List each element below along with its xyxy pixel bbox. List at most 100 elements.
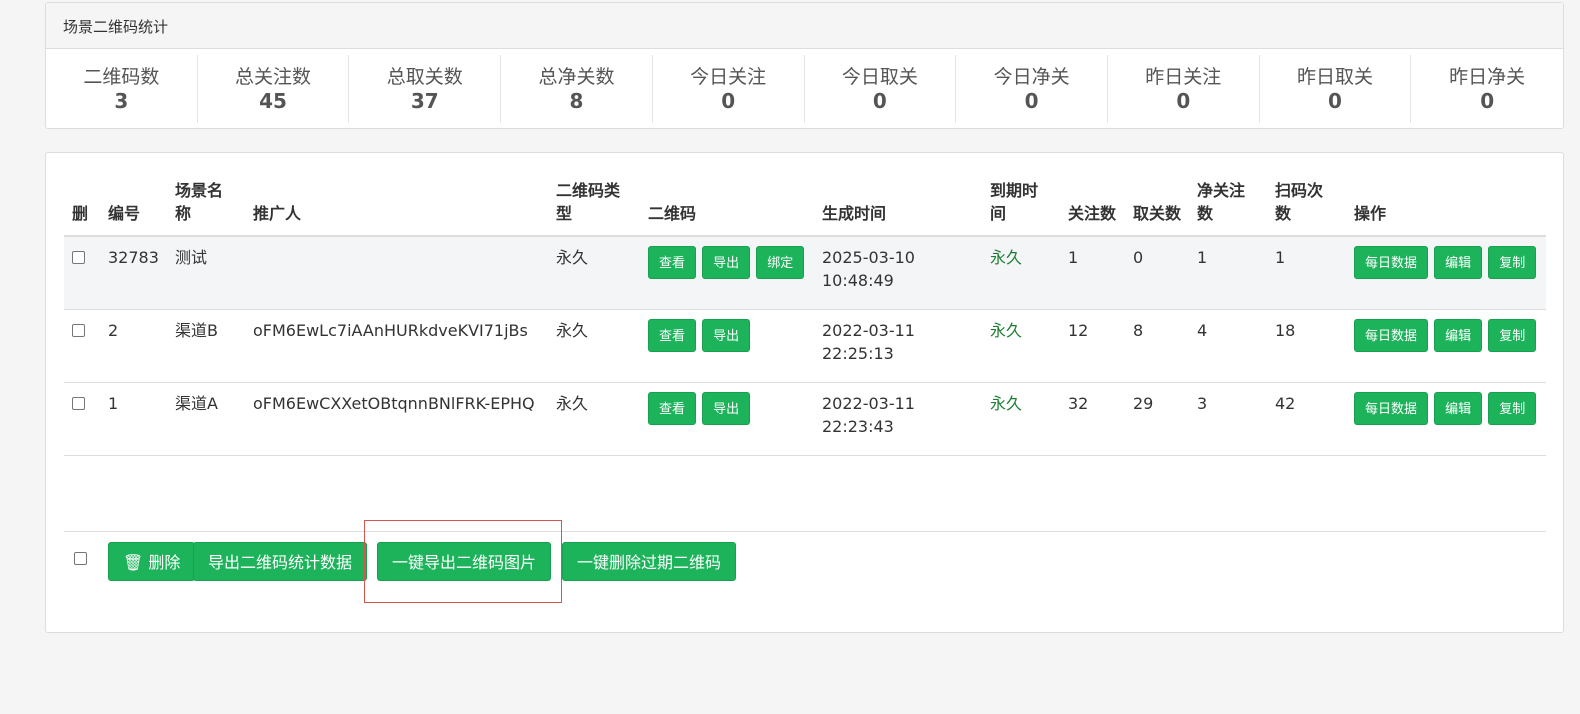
stat-value: 0	[872, 89, 887, 113]
daily-data-button[interactable]: 每日数据	[1354, 246, 1429, 279]
cell-qr-actions: 查看 导出	[640, 309, 814, 383]
cell-qr-type: 永久	[548, 309, 640, 383]
delete-selected-label: 删除	[148, 553, 181, 572]
cell-created: 2022-03-11 22:25:13	[814, 309, 982, 383]
export-button[interactable]: 导出	[702, 391, 751, 425]
stat-total-net: 总净关数 8	[501, 55, 653, 123]
col-header-created: 生成时间	[814, 171, 982, 237]
cell-unfollow: 0	[1125, 236, 1189, 310]
row-checkbox[interactable]	[72, 396, 85, 410]
cell-scene: 渠道A	[167, 382, 245, 456]
cell-expire: 永久	[982, 309, 1060, 383]
qr-table-panel: 删 编号 场景名称 推广人 二维码类型 二维码 生成时间 到期时间 关注数 取关…	[45, 152, 1564, 633]
cell-unfollow: 8	[1125, 309, 1189, 383]
stats-panel: 场景二维码统计 二维码数 3 总关注数 45 总取关数 37 总净关数 8 今日关注 0 …	[45, 2, 1564, 129]
cell-qr-type: 永久	[548, 382, 640, 456]
stat-label: 昨日取关	[1296, 66, 1373, 88]
cell-scans: 18	[1267, 309, 1346, 383]
cell-id: 2	[100, 309, 167, 383]
table-header-row: 删 编号 场景名称 推广人 二维码类型 二维码 生成时间 到期时间 关注数 取关…	[64, 171, 1546, 237]
highlight-box	[364, 520, 562, 603]
col-header-follow: 关注数	[1060, 171, 1125, 237]
qr-code-table: 删 编号 场景名称 推广人 二维码类型 二维码 生成时间 到期时间 关注数 取关…	[64, 171, 1546, 456]
copy-button[interactable]: 复制	[1488, 246, 1537, 279]
bind-button[interactable]: 绑定	[756, 246, 805, 279]
view-button[interactable]: 查看	[648, 391, 697, 425]
cell-expire: 永久	[982, 236, 1060, 310]
col-header-scans: 扫码次数	[1267, 171, 1346, 237]
cell-promoter: oFM6EwCXXetOBtqnnBNlFRK-EPHQ	[245, 382, 548, 456]
table-row: 2 渠道B oFM6EwLc7iAAnHURkdveKVI71jBs 永久 查看…	[64, 309, 1546, 383]
cell-scans: 42	[1267, 382, 1346, 456]
cell-promoter	[245, 236, 548, 310]
col-header-delete: 删	[64, 171, 100, 237]
stat-label: 今日取关	[841, 66, 918, 88]
export-button[interactable]: 导出	[702, 246, 751, 279]
stat-label: 昨日净关	[1449, 66, 1526, 88]
cell-follow: 1	[1060, 236, 1125, 310]
stat-value: 0	[1480, 89, 1495, 113]
stat-value: 0	[1176, 89, 1191, 113]
copy-button[interactable]: 复制	[1488, 318, 1537, 352]
stat-value: 45	[259, 89, 287, 113]
col-header-id: 编号	[100, 171, 167, 237]
cell-qr-type: 永久	[548, 236, 640, 310]
stat-value: 8	[569, 89, 584, 113]
cell-ops: 每日数据 编辑 复制	[1346, 236, 1546, 310]
view-button[interactable]: 查看	[648, 318, 697, 352]
stat-label: 二维码数	[83, 66, 160, 88]
select-all-checkbox[interactable]	[74, 552, 87, 565]
delete-expired-button[interactable]: 一键删除过期二维码	[562, 542, 737, 581]
cell-unfollow: 29	[1125, 382, 1189, 456]
stat-value: 0	[1024, 89, 1039, 113]
col-header-ops: 操作	[1346, 171, 1546, 237]
stats-heading: 场景二维码统计	[46, 3, 1563, 49]
stat-value: 0	[721, 89, 736, 113]
stat-label: 总取关数	[386, 66, 463, 88]
stat-qr-count: 二维码数 3	[46, 55, 198, 123]
cell-id: 1	[100, 382, 167, 456]
cell-promoter: oFM6EwLc7iAAnHURkdveKVI71jBs	[245, 309, 548, 383]
copy-button[interactable]: 复制	[1488, 391, 1537, 425]
cell-id: 32783	[100, 236, 167, 310]
col-header-expire: 到期时间	[982, 171, 1060, 237]
table-row: 32783 测试 永久 查看 导出 绑定 2025-03-10 10:48:49…	[64, 236, 1546, 310]
stat-value: 0	[1328, 89, 1342, 113]
cell-created: 2025-03-10 10:48:49	[814, 236, 982, 310]
cell-net: 3	[1189, 382, 1267, 456]
row-checkbox[interactable]	[72, 251, 85, 264]
cell-follow: 32	[1060, 382, 1125, 456]
stat-yesterday-net: 昨日净关 0	[1411, 55, 1563, 123]
col-header-scene: 场景名称	[167, 171, 245, 237]
stat-yesterday-unfollow: 昨日取关 0	[1260, 55, 1412, 123]
stat-total-follow: 总关注数 45	[198, 55, 350, 123]
table-row: 1 渠道A oFM6EwCXXetOBtqnnBNlFRK-EPHQ 永久 查看…	[64, 382, 1546, 456]
stat-today-unfollow: 今日取关 0	[805, 55, 957, 123]
table-footer: 🗑 删除 导出二维码统计数据 一键导出二维码图片 一键删除过期二维码	[64, 531, 1546, 581]
edit-button[interactable]: 编辑	[1434, 318, 1483, 352]
cell-qr-actions: 查看 导出 绑定	[640, 236, 814, 310]
stat-label: 今日净关	[993, 66, 1070, 88]
row-checkbox[interactable]	[72, 323, 85, 337]
view-button[interactable]: 查看	[648, 246, 697, 279]
stat-label: 总净关数	[538, 66, 615, 88]
cell-qr-actions: 查看 导出	[640, 382, 814, 456]
delete-selected-button[interactable]: 🗑 删除	[108, 542, 196, 581]
cell-scene: 渠道B	[167, 309, 245, 383]
col-header-promoter: 推广人	[245, 171, 548, 237]
export-button[interactable]: 导出	[702, 318, 751, 352]
export-stats-button[interactable]: 导出二维码统计数据	[193, 542, 368, 581]
cell-scene: 测试	[167, 236, 245, 310]
daily-data-button[interactable]: 每日数据	[1354, 318, 1429, 352]
stat-value: 37	[410, 89, 439, 113]
edit-button[interactable]: 编辑	[1434, 246, 1483, 279]
cell-expire: 永久	[982, 382, 1060, 456]
stat-value: 3	[114, 89, 129, 113]
daily-data-button[interactable]: 每日数据	[1354, 391, 1429, 425]
cell-created: 2022-03-11 22:23:43	[814, 382, 982, 456]
edit-button[interactable]: 编辑	[1434, 391, 1483, 425]
col-header-net: 净关注数	[1189, 171, 1267, 237]
cell-ops: 每日数据 编辑 复制	[1346, 382, 1546, 456]
col-header-unfollow: 取关数	[1125, 171, 1189, 237]
cell-follow: 12	[1060, 309, 1125, 383]
